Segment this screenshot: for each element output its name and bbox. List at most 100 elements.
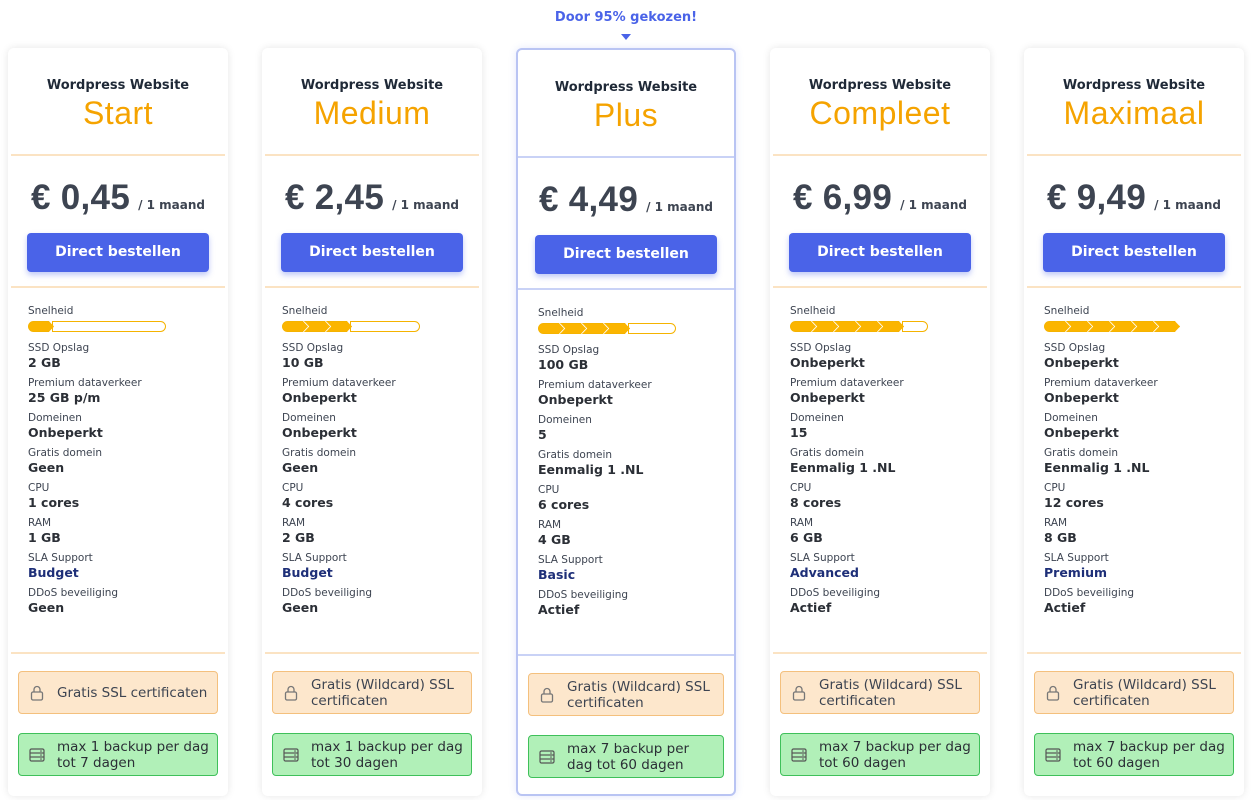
spec-value: Onbeperkt — [1044, 390, 1119, 405]
spec-list: Snelheid SSD Opslag 10 GB Premium datave… — [262, 288, 482, 652]
spec-value: Geen — [282, 460, 319, 475]
backup-feature: max 7 backup per dag tot 60 dagen — [1034, 733, 1234, 776]
plan-price: € 9,49 — [1046, 178, 1147, 217]
billing-period: / 1 maand — [138, 198, 206, 212]
plan-subtitle: Wordpress Website — [300, 78, 444, 93]
order-button[interactable]: Direct bestellen — [281, 233, 463, 272]
spec-value: Basic — [538, 567, 576, 582]
lock-icon — [1045, 685, 1061, 701]
spec-value: Eenmalig 1 .NL — [1044, 460, 1150, 475]
spec-value: Premium — [1044, 565, 1108, 580]
spec-value: 2 GB — [282, 530, 315, 545]
speed-segment-empty — [52, 321, 166, 332]
spec-label: SSD Opslag — [538, 344, 600, 356]
spec-domains: Domeinen 15 — [790, 412, 990, 441]
ssl-text: Gratis (Wildcard) SSL certificaten — [567, 678, 710, 711]
spec-ram: RAM 6 GB — [790, 517, 990, 546]
plan-header: Wordpress Website Medium — [262, 48, 482, 154]
order-button[interactable]: Direct bestellen — [535, 235, 717, 274]
spec-value: Geen — [282, 600, 319, 615]
spec-free-domain: Gratis domein Eenmalig 1 .NL — [790, 447, 990, 476]
spec-value: 15 — [790, 425, 808, 440]
spec-value: Onbeperkt — [28, 425, 103, 440]
price-block: € 9,49 / 1 maand Direct bestellen — [1024, 156, 1244, 286]
plan-card-start: Wordpress Website Start € 0,45 / 1 maand… — [8, 48, 228, 796]
spec-label: Gratis domein — [282, 447, 357, 459]
spec-value: Actief — [1044, 600, 1086, 615]
plan-name: Compleet — [809, 95, 951, 131]
spec-cpu: CPU 8 cores — [790, 482, 990, 511]
spec-free-domain: Gratis domein Geen — [282, 447, 482, 476]
spec-support: SLA Support Budget — [28, 552, 228, 581]
spec-label: Premium dataverkeer — [1044, 377, 1158, 389]
spec-ssd: SSD Opslag Onbeperkt — [790, 342, 990, 371]
spec-ddos: DDoS beveiliging Actief — [790, 587, 990, 616]
order-button[interactable]: Direct bestellen — [27, 233, 209, 272]
backup-feature: max 1 backup per dag tot 7 dagen — [18, 733, 218, 776]
order-button[interactable]: Direct bestellen — [789, 233, 971, 272]
spec-label: SLA Support — [28, 552, 93, 564]
spec-label: Domeinen — [1044, 412, 1098, 424]
spec-label: Gratis domein — [790, 447, 865, 459]
spec-domains: Domeinen Onbeperkt — [28, 412, 228, 441]
spec-label: Premium dataverkeer — [790, 377, 904, 389]
plan-name: Plus — [593, 97, 659, 133]
spec-label: Domeinen — [538, 414, 592, 426]
backup-feature: max 1 backup per dag tot 30 dagen — [272, 733, 472, 776]
spec-label: CPU — [282, 482, 304, 494]
plan-subtitle: Wordpress Website — [808, 78, 952, 93]
speed-segment-filled — [790, 321, 816, 332]
popular-badge: Door 95% gekozen! — [554, 10, 698, 25]
ssl-text: Gratis (Wildcard) SSL certificaten — [311, 676, 454, 709]
spec-value: 25 GB p/m — [28, 390, 101, 405]
spec-value: Actief — [538, 602, 580, 617]
spec-cpu: CPU 12 cores — [1044, 482, 1244, 511]
spec-support: SLA Support Advanced — [790, 552, 990, 581]
spec-ddos: DDoS beveiliging Geen — [28, 587, 228, 616]
spec-label: Gratis domein — [1044, 447, 1119, 459]
spec-ram: RAM 1 GB — [28, 517, 228, 546]
spec-ddos: DDoS beveiliging Actief — [538, 589, 734, 618]
plan-header: Wordpress Website Maximaal — [1024, 48, 1244, 154]
spec-list: Snelheid SSD Opslag 2 GB Premium dataver… — [8, 288, 228, 652]
spec-value: 2 GB — [28, 355, 61, 370]
spec-free-domain: Gratis domein Geen — [28, 447, 228, 476]
price-block: € 0,45 / 1 maand Direct bestellen — [8, 156, 228, 286]
spec-ram: RAM 8 GB — [1044, 517, 1244, 546]
backup-text: max 7 backup per dag tot 60 dagen — [1073, 738, 1225, 771]
spec-label: DDoS beveiliging — [282, 587, 373, 599]
ssl-feature: Gratis (Wildcard) SSL certificaten — [1034, 671, 1234, 714]
plan-name: Medium — [313, 95, 431, 131]
spec-label: SSD Opslag — [28, 342, 90, 354]
spec-value: Eenmalig 1 .NL — [790, 460, 896, 475]
lock-icon — [283, 685, 299, 701]
backup-text: max 1 backup per dag tot 30 dagen — [311, 738, 463, 771]
spec-support: SLA Support Budget — [282, 552, 482, 581]
speed-label: Snelheid — [1044, 305, 1090, 317]
spec-value: Budget — [282, 565, 333, 580]
feature-area: Gratis (Wildcard) SSL certificaten max 7… — [1024, 654, 1244, 776]
price-block: € 4,49 / 1 maand Direct bestellen — [518, 158, 734, 288]
order-button[interactable]: Direct bestellen — [1043, 233, 1225, 272]
plan-card-medium: Wordpress Website Medium € 2,45 / 1 maan… — [262, 48, 482, 796]
plan-price: € 4,49 — [538, 180, 639, 219]
spec-list: Snelheid SSD Opslag Onbeperkt Premium da… — [1024, 288, 1244, 652]
plan-header: Wordpress Website Compleet — [770, 48, 990, 154]
spec-ssd: SSD Opslag Onbeperkt — [1044, 342, 1244, 371]
spec-label: Domeinen — [790, 412, 844, 424]
spec-label: CPU — [28, 482, 50, 494]
lock-icon — [791, 685, 807, 701]
spec-ram: RAM 2 GB — [282, 517, 482, 546]
backup-text: max 7 backup per dag tot 60 dagen — [819, 738, 971, 771]
server-icon — [539, 749, 555, 765]
speed-label: Snelheid — [28, 305, 74, 317]
spec-value: Budget — [28, 565, 79, 580]
spec-label: Domeinen — [282, 412, 336, 424]
ssl-text: Gratis SSL certificaten — [57, 684, 208, 701]
spec-label: RAM — [790, 517, 814, 529]
spec-domains: Domeinen Onbeperkt — [282, 412, 482, 441]
speed-label: Snelheid — [790, 305, 836, 317]
speed-meter — [790, 321, 990, 332]
plan-subtitle: Wordpress Website — [46, 78, 190, 93]
pricing-cards: Wordpress Website Start € 0,45 / 1 maand… — [0, 48, 1254, 800]
